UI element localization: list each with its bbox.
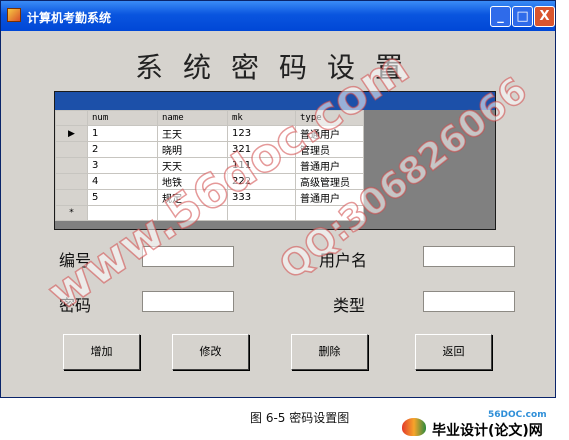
main-window: 计算机考勤系统 _ □ X 系统密码设置 num name mk type ▶ … <box>0 0 556 398</box>
logo-text: 毕业设计(论文)网 <box>432 423 543 439</box>
logo-mark-icon <box>402 418 426 436</box>
window-title: 计算机考勤系统 <box>27 11 112 25</box>
add-button[interactable]: 增加 <box>63 334 140 370</box>
footer-logo: 56DOC.com 毕业设计(论文)网 <box>402 410 569 439</box>
minimize-button[interactable]: _ <box>490 6 511 27</box>
row-selector[interactable] <box>55 157 88 174</box>
page-title: 系统密码设置 <box>134 51 423 84</box>
maximize-button[interactable]: □ <box>512 6 533 27</box>
row-selector[interactable] <box>55 189 88 206</box>
type-field[interactable] <box>423 291 515 312</box>
grid-caption-bar <box>55 92 495 110</box>
row-header-corner <box>55 110 88 126</box>
cell-num[interactable]: 3 <box>87 157 158 174</box>
column-header-name[interactable]: name <box>157 110 228 126</box>
cell-num[interactable]: 1 <box>87 125 158 142</box>
logo-url: 56DOC.com <box>488 410 547 420</box>
column-header-num[interactable]: num <box>87 110 158 126</box>
figure-caption: 图 6-5 密码设置图 <box>250 411 350 425</box>
edit-button[interactable]: 修改 <box>172 334 249 370</box>
password-field[interactable] <box>142 291 234 312</box>
row-selector[interactable] <box>55 141 88 158</box>
row-selector[interactable]: ▶ <box>55 125 88 142</box>
back-button[interactable]: 返回 <box>415 334 492 370</box>
row-selector[interactable] <box>55 173 88 190</box>
delete-button[interactable]: 删除 <box>291 334 368 370</box>
username-field[interactable] <box>423 246 515 267</box>
cell-type[interactable]: 高级管理员 <box>295 173 364 190</box>
type-label: 类型 <box>333 296 366 315</box>
new-row-marker[interactable]: * <box>55 205 88 221</box>
app-icon <box>7 8 21 22</box>
close-button[interactable]: X <box>534 6 555 27</box>
cell-name[interactable]: 王天 <box>157 125 228 142</box>
title-bar[interactable]: 计算机考勤系统 _ □ X <box>1 1 555 31</box>
cell-num[interactable]: 4 <box>87 173 158 190</box>
cell-num[interactable]: 2 <box>87 141 158 158</box>
cell-mk[interactable] <box>227 205 296 221</box>
